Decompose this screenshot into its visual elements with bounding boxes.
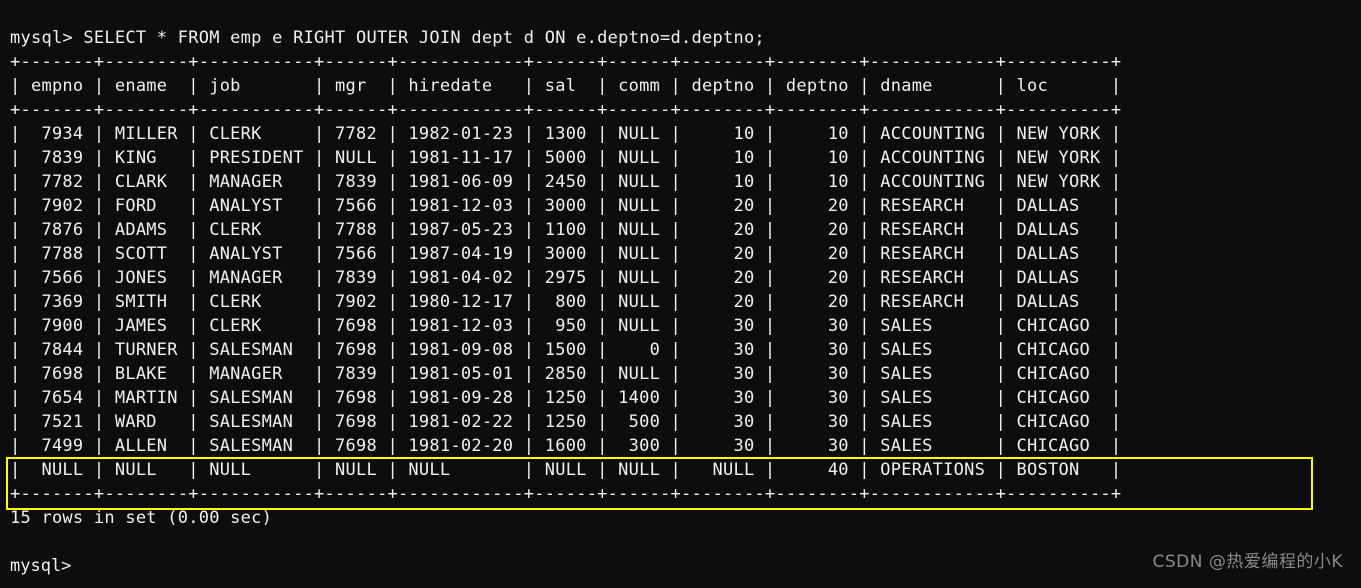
table-row: | 7654 | MARTIN | SALESMAN | 7698 | 1981… — [10, 388, 1122, 408]
table-separator-top: +-------+--------+-----------+------+---… — [10, 52, 1122, 72]
table-row: | 7369 | SMITH | CLERK | 7902 | 1980-12-… — [10, 292, 1122, 312]
table-row: | 7902 | FORD | ANALYST | 7566 | 1981-12… — [10, 196, 1122, 216]
table-row: | 7698 | BLAKE | MANAGER | 7839 | 1981-0… — [10, 364, 1122, 384]
table-row: | 7844 | TURNER | SALESMAN | 7698 | 1981… — [10, 340, 1122, 360]
table-row: | 7788 | SCOTT | ANALYST | 7566 | 1987-0… — [10, 244, 1122, 264]
table-row: | 7839 | KING | PRESIDENT | NULL | 1981-… — [10, 148, 1122, 168]
result-status: 15 rows in set (0.00 sec) — [10, 508, 273, 528]
command-line: mysql> SELECT * FROM emp e RIGHT OUTER J… — [10, 28, 765, 48]
csdn-watermark: CSDN @热爱编程的小K — [1152, 552, 1343, 572]
terminal-window[interactable]: mysql> SELECT * FROM emp e RIGHT OUTER J… — [0, 0, 1361, 588]
table-row: | 7876 | ADAMS | CLERK | 7788 | 1987-05-… — [10, 220, 1122, 240]
table-row: | 7499 | ALLEN | SALESMAN | 7698 | 1981-… — [10, 436, 1122, 456]
table-row: | 7566 | JONES | MANAGER | 7839 | 1981-0… — [10, 268, 1122, 288]
table-header-row: | empno | ename | job | mgr | hiredate |… — [10, 76, 1122, 96]
table-row: | 7900 | JAMES | CLERK | 7698 | 1981-12-… — [10, 316, 1122, 336]
table-row: | 7782 | CLARK | MANAGER | 7839 | 1981-0… — [10, 172, 1122, 192]
table-row: | 7934 | MILLER | CLERK | 7782 | 1982-01… — [10, 124, 1122, 144]
table-row: | NULL | NULL | NULL | NULL | NULL | NUL… — [10, 460, 1122, 480]
table-body: | 7934 | MILLER | CLERK | 7782 | 1982-01… — [10, 122, 1361, 482]
table-separator-header: +-------+--------+-----------+------+---… — [10, 100, 1122, 120]
table-row: | 7521 | WARD | SALESMAN | 7698 | 1981-0… — [10, 412, 1122, 432]
table-separator-bottom: +-------+--------+-----------+------+---… — [10, 484, 1122, 504]
